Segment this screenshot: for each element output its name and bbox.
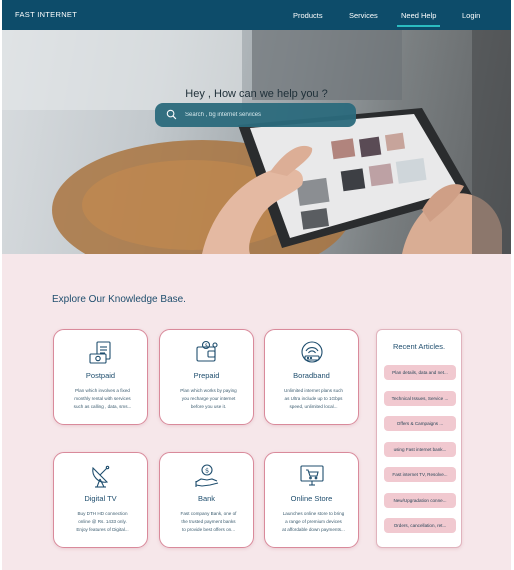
article-link[interactable]: using Fast internet bank... xyxy=(384,442,456,457)
recent-articles-panel: Recent Articles. Plan details, data and … xyxy=(376,329,462,548)
card-digital-tv[interactable]: Digital TV Buy DTH HD connection online @… xyxy=(53,452,148,548)
broadband-router-icon xyxy=(265,339,358,367)
article-link[interactable]: Orders, cancellation, ret... xyxy=(384,518,456,533)
card-title: Prepaid xyxy=(193,371,220,380)
recent-articles-title: Recent Articles. xyxy=(392,342,446,351)
search-bar[interactable] xyxy=(155,103,356,127)
bank-hand-coin-icon: $ xyxy=(160,462,253,490)
card-title: Online Store xyxy=(290,494,333,503)
card-title: Digital TV xyxy=(84,494,117,503)
article-link[interactable]: Plan details, data and net... xyxy=(384,365,456,380)
card-title: Postpaid xyxy=(85,371,116,380)
top-navbar: FAST INTERNET Products Services Need Hel… xyxy=(2,0,511,30)
brand-logo[interactable]: FAST INTERNET xyxy=(15,10,77,19)
online-store-cart-icon xyxy=(265,462,358,490)
nav-link-login[interactable]: Login xyxy=(462,11,480,20)
svg-text:$: $ xyxy=(204,343,207,349)
hero-title: Hey , How can we help you ? xyxy=(185,88,328,100)
card-bank[interactable]: $ Bank Fast company Bank, one of the trus… xyxy=(159,452,254,548)
card-title: Bank xyxy=(197,494,216,503)
satellite-dish-icon xyxy=(54,462,147,490)
postpaid-bill-icon xyxy=(54,339,147,367)
nav-link-products[interactable]: Products xyxy=(293,11,323,20)
card-title: Boradband xyxy=(293,371,330,380)
card-prepaid[interactable]: $ Prepaid Plan which works by paying you … xyxy=(159,329,254,425)
prepaid-wallet-icon: $ xyxy=(160,339,253,367)
card-broadband[interactable]: Boradband Unlimited internet plans such a… xyxy=(264,329,359,425)
card-online-store[interactable]: Online Store Launches online store to br… xyxy=(264,452,359,548)
article-link[interactable]: Fast internet TV, Resolve... xyxy=(384,467,456,482)
card-description: Plan which works by paying you recharge y… xyxy=(180,388,237,409)
search-input[interactable] xyxy=(185,108,345,122)
card-description: Launches online store to bring a range of… xyxy=(282,511,345,532)
svg-text:$: $ xyxy=(205,466,209,474)
article-link[interactable]: Technical Issues, Service ... xyxy=(384,391,456,406)
knowledge-base-section: Explore Our Knowledge Base. Postpaid Pla… xyxy=(2,254,511,570)
card-description: Buy DTH HD connection online @ Rs. 1433 o… xyxy=(76,511,129,532)
article-link[interactable]: New/Upgradation conne... xyxy=(384,493,456,508)
section-title: Explore Our Knowledge Base. xyxy=(52,294,186,305)
nav-link-need-help[interactable]: Need Help xyxy=(396,11,441,27)
card-description: Plan which involves a fixed monthly renta… xyxy=(73,388,132,409)
card-description: Unlimited internet plans such as Ultra in… xyxy=(284,388,343,409)
card-description: Fast company Bank, one of the trusted pay… xyxy=(180,511,237,532)
nav-link-services[interactable]: Services xyxy=(349,11,378,20)
hero-banner: Hey , How can we help you ? xyxy=(2,30,511,254)
article-link[interactable]: Offers & Campaigns ... xyxy=(384,416,456,431)
hero-tablet-photo xyxy=(2,30,511,254)
card-postpaid[interactable]: Postpaid Plan which involves a fixed mont… xyxy=(53,329,148,425)
